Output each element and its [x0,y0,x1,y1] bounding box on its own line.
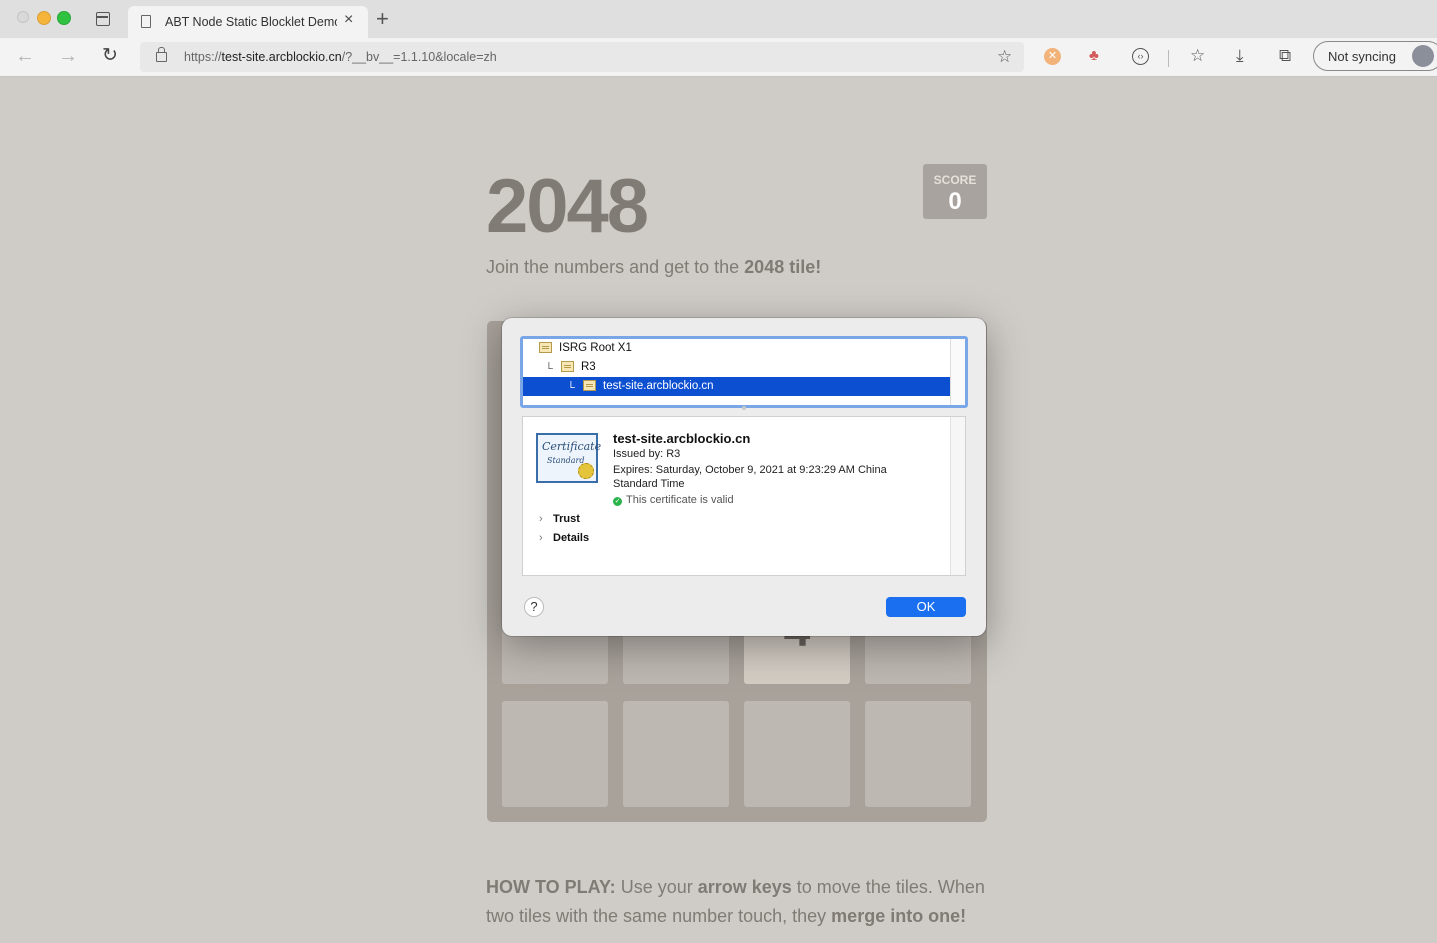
back-arrow-icon[interactable]: ← [15,45,35,68]
issued-by: Issued by: R3 [613,448,681,460]
details-disclosure[interactable]: › Details [539,532,589,544]
score-box: SCORE 0 [923,164,987,219]
expires-line-1: Expires: Saturday, October 9, 2021 at 9:… [613,464,887,476]
certificate-chain-list[interactable]: ISRG Root X1 └ R3 └ test-site.arcblockio… [520,336,968,408]
grid-cell [865,701,971,807]
howto-bold-2: merge into one! [831,906,967,926]
trust-label: Trust [553,513,580,525]
certificate-details-panel: Certificate Standard test-site.arcblocki… [522,416,966,576]
score-label: SCORE [933,173,977,187]
validity-text: This certificate is valid [626,494,734,506]
seal-icon [578,463,594,479]
url-host: test-site.arcblockio.cn [221,50,342,64]
grid-cell [744,701,850,807]
code-extension-icon[interactable]: ‹› [1132,48,1149,65]
certificate-icon [561,361,574,372]
lock-icon[interactable] [156,47,167,62]
toolbar: ← → ↻ https://test-site.arcblockio.cn/?_… [0,38,1437,76]
extension-icon[interactable]: ✕ [1044,48,1061,65]
certificate-image-subword: Standard [547,456,585,465]
tab-active[interactable]: ABT Node Static Blocklet Demo × [128,6,368,38]
url-scheme: https:// [184,50,222,64]
howto-text-1: Use your [615,877,698,897]
browser-chrome: ABT Node Static Blocklet Demo × + ← → ↻ … [0,0,1437,77]
details-label: Details [553,532,590,544]
profile-button[interactable]: Not syncing [1313,41,1437,71]
chain-item-label: test-site.arcblockio.cn [603,380,714,392]
game-intro: Join the numbers and get to the 2048 til… [486,257,821,278]
help-button[interactable]: ? [524,597,544,617]
url-path: /?__bv__=1.1.10&locale=zh [341,50,497,64]
chain-scrollbar[interactable] [950,339,965,405]
chevron-right-icon: › [539,532,543,544]
split-handle[interactable] [742,406,746,410]
sitemap-extension-icon[interactable]: ♣ [1089,47,1099,64]
certificate-icon [583,380,596,391]
collections-icon[interactable]: ⧉ [1279,46,1291,66]
game-title: 2048 [486,164,649,249]
chevron-right-icon: › [539,513,543,525]
chain-item-intermediate[interactable]: └ R3 [523,358,950,377]
profile-label: Not syncing [1328,49,1396,64]
tab-actions-icon[interactable] [96,12,110,26]
tab-close-icon[interactable]: × [344,11,353,29]
details-scrollbar[interactable] [950,417,965,575]
forward-arrow-icon[interactable]: → [58,45,78,68]
howto-label: HOW TO PLAY: [486,877,616,897]
chain-item-root[interactable]: ISRG Root X1 [523,339,950,358]
page-icon [141,15,151,28]
validity-status: ✓ This certificate is valid [613,494,734,506]
favorites-icon[interactable]: ☆ [1190,46,1205,66]
intro-text: Join the numbers and get to the [486,257,745,277]
chain-item-label: R3 [581,361,596,373]
downloads-icon[interactable]: ⤓ [1236,46,1244,66]
reload-icon[interactable]: ↻ [102,44,118,67]
certificate-icon [539,342,552,353]
chain-item-leaf[interactable]: └ test-site.arcblockio.cn [523,377,950,396]
tab-title: ABT Node Static Blocklet Demo [165,15,337,29]
url-text[interactable]: https://test-site.arcblockio.cn/?__bv__=… [184,50,497,64]
certificate-image-icon: Certificate Standard [536,433,602,483]
expires-line-2: Standard Time [613,478,685,490]
ok-button[interactable]: OK [886,597,966,617]
score-value: 0 [948,188,962,215]
how-to-play: HOW TO PLAY: Use your arrow keys to move… [486,873,1006,931]
certificate-name: test-site.arcblockio.cn [613,431,751,446]
certificate-image-word: Certificate [542,440,602,453]
add-favorite-icon[interactable]: ☆ [997,47,1012,67]
chain-item-label: ISRG Root X1 [559,342,632,354]
window-maximize-button[interactable] [57,11,71,25]
trust-disclosure[interactable]: › Trust [539,513,580,525]
grid-cell [502,701,608,807]
tab-bar: ABT Node Static Blocklet Demo × + [0,0,1437,38]
certificate-dialog: ISRG Root X1 └ R3 └ test-site.arcblockio… [502,318,986,636]
window-minimize-button[interactable] [37,11,51,25]
window-close-button[interactable] [17,11,29,23]
avatar [1412,45,1434,67]
address-bar[interactable]: https://test-site.arcblockio.cn/?__bv__=… [140,42,1024,72]
toolbar-divider [1168,50,1169,67]
grid-cell [623,701,729,807]
check-circle-icon: ✓ [613,497,622,506]
howto-bold-1: arrow keys [697,877,792,897]
intro-bold: 2048 tile! [744,257,822,277]
tree-elbow-icon: └ [567,382,575,394]
new-tab-button[interactable]: + [376,6,389,32]
